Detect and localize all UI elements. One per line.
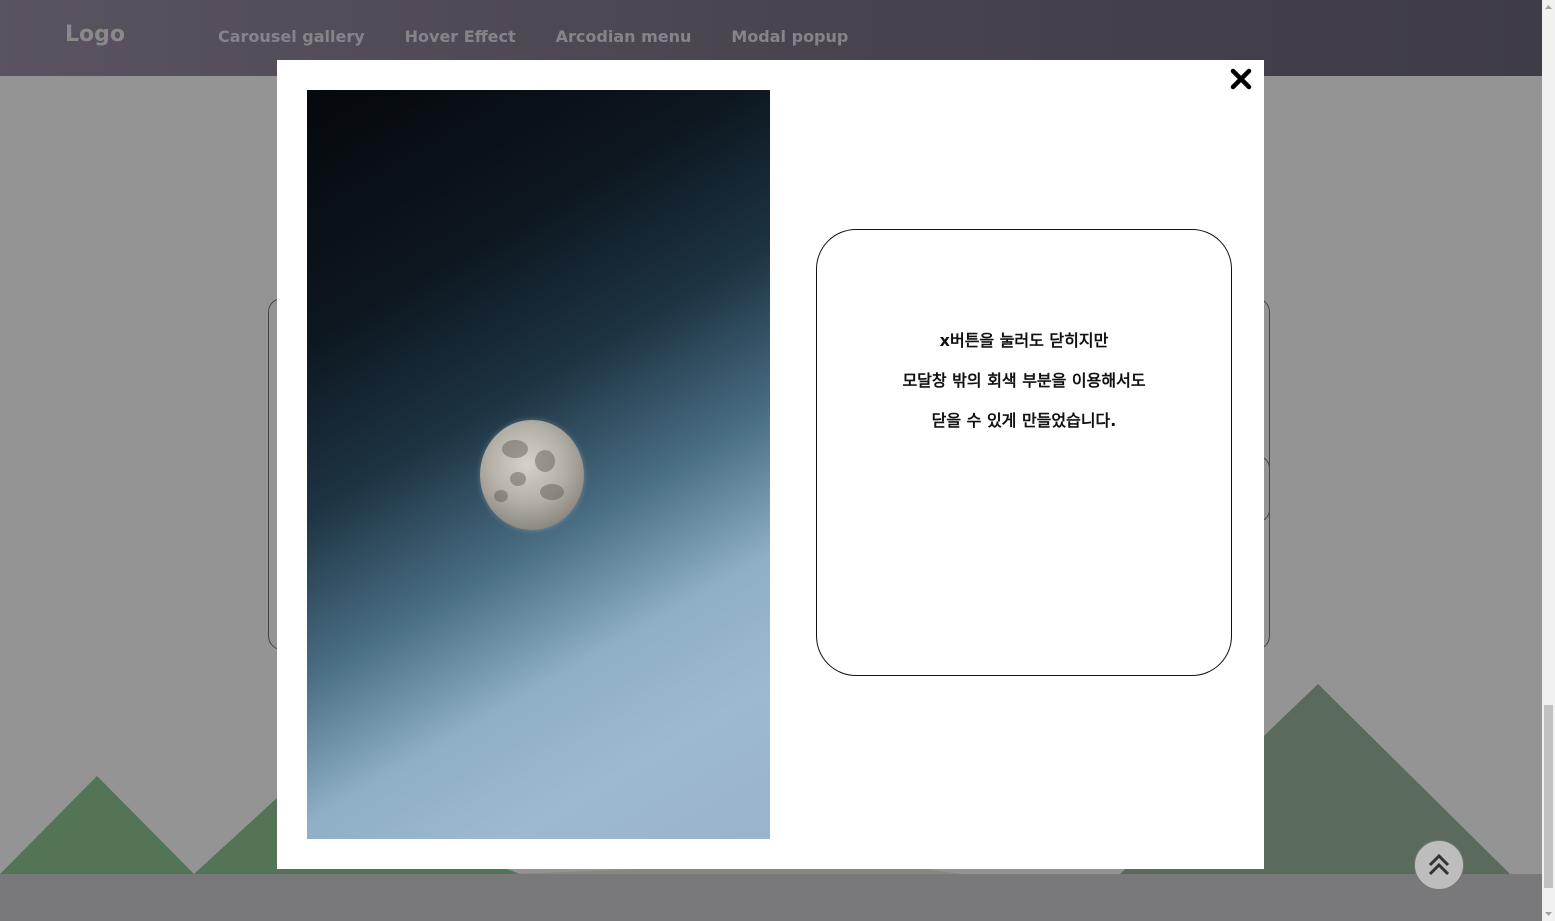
modal-message-line: 모달창 밖의 회색 부분을 이용해서도	[902, 371, 1146, 390]
scrollbar[interactable]	[1542, 0, 1555, 921]
modal-message-line: 닫을 수 있게 만들었습니다.	[931, 411, 1117, 430]
moon-image	[307, 90, 770, 839]
scroll-down-arrow-icon[interactable]	[1542, 907, 1555, 921]
double-chevron-up-icon	[1428, 853, 1450, 876]
close-x-icon	[1230, 68, 1252, 90]
scroll-up-arrow-icon[interactable]	[1542, 0, 1555, 14]
modal-dialog: x버튼을 눌러도 닫히지만 모달창 밖의 회색 부분을 이용해서도 닫을 수 있…	[277, 60, 1264, 869]
modal-message-box: x버튼을 눌러도 닫히지만 모달창 밖의 회색 부분을 이용해서도 닫을 수 있…	[816, 229, 1232, 676]
back-to-top-button[interactable]	[1414, 840, 1464, 890]
modal-message: x버튼을 눌러도 닫히지만 모달창 밖의 회색 부분을 이용해서도 닫을 수 있…	[817, 326, 1231, 446]
moon	[480, 420, 584, 530]
scrollbar-thumb[interactable]	[1544, 705, 1553, 888]
close-button[interactable]	[1227, 65, 1255, 93]
modal-message-line: x버튼을 눌러도 닫히지만	[939, 331, 1109, 350]
